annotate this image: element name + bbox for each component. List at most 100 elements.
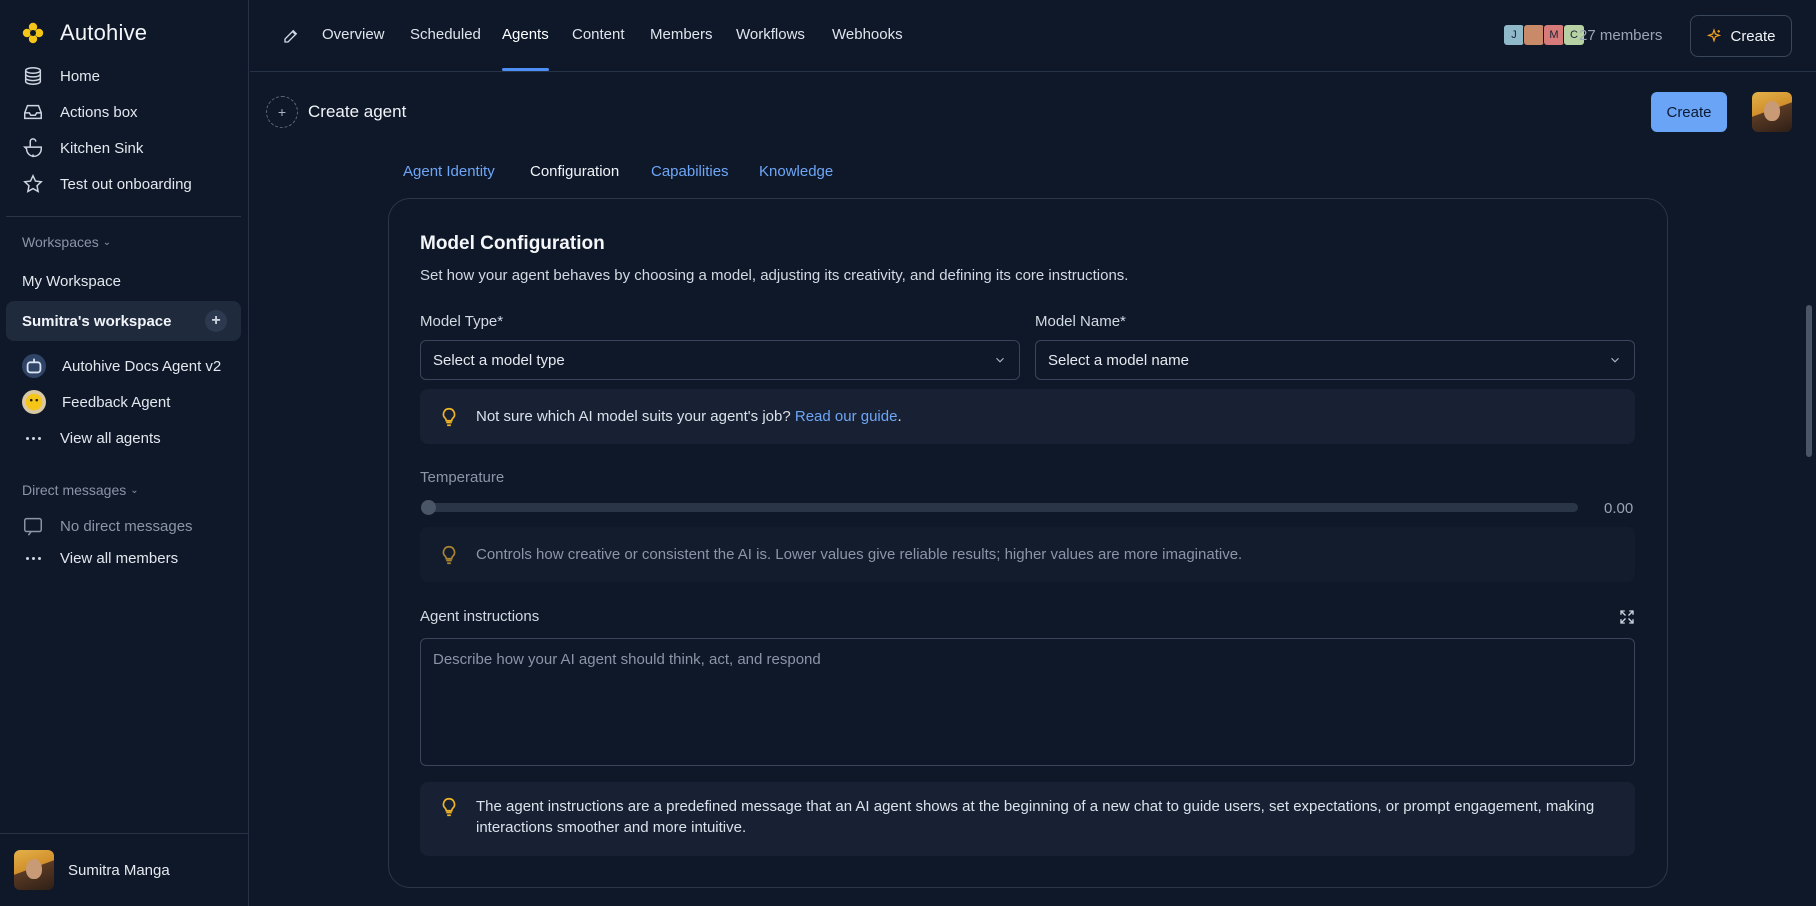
workspaces-section-toggle[interactable]: Workspaces ⌄	[22, 234, 111, 250]
temperature-value: 0.00	[1604, 500, 1634, 517]
workspaces-label: Workspaces	[22, 234, 99, 250]
tab-knowledge[interactable]: Knowledge	[759, 163, 833, 180]
agent-avatar	[22, 354, 46, 378]
chevron-down-icon: ⌄	[130, 484, 139, 496]
create-button[interactable]: Create	[1690, 15, 1792, 57]
tab-overview[interactable]: Overview	[322, 26, 385, 43]
tab-content[interactable]: Content	[572, 26, 625, 43]
model-type-value: Select a model type	[433, 351, 565, 369]
model-name-select[interactable]: Select a model name	[1035, 340, 1635, 380]
create-button-label: Create	[1730, 27, 1776, 45]
card-description: Set how your agent behaves by choosing a…	[420, 267, 1129, 284]
tab-scheduled[interactable]: Scheduled	[410, 26, 481, 43]
model-type-select[interactable]: Select a model type	[420, 340, 1020, 380]
tab-members[interactable]: Members	[650, 26, 713, 43]
sidebar-item-test-onboarding[interactable]: Test out onboarding	[22, 170, 192, 198]
instructions-label: Agent instructions	[420, 608, 540, 625]
tab-webhooks[interactable]: Webhooks	[832, 26, 903, 43]
edit-icon[interactable]	[282, 27, 300, 45]
model-hint-suffix: .	[897, 408, 902, 425]
view-all-agents-label: View all agents	[60, 429, 161, 447]
sidebar-item-agent-docs[interactable]: Autohive Docs Agent v2	[22, 352, 221, 380]
inbox-icon	[24, 104, 42, 120]
tab-agent-identity[interactable]: Agent Identity	[403, 163, 495, 180]
tab-configuration[interactable]: Configuration	[530, 163, 619, 180]
agent-avatar	[22, 390, 46, 414]
temperature-hint: Controls how creative or consistent the …	[420, 527, 1635, 582]
member-count[interactable]: 27 members	[1579, 27, 1662, 44]
member-avatars[interactable]: J M C	[1503, 24, 1585, 46]
direct-messages-label: Direct messages	[22, 482, 127, 498]
sidebar-item-active-workspace[interactable]: Sumitra's workspace +	[6, 301, 241, 341]
more-dots-icon	[22, 556, 44, 560]
lightbulb-icon	[442, 407, 456, 426]
create-agent-button[interactable]: Create	[1651, 92, 1727, 132]
layers-icon	[24, 67, 42, 85]
message-icon	[24, 517, 42, 536]
sidebar-item-label: Test out onboarding	[60, 175, 192, 193]
instructions-textarea[interactable]: Describe how your AI agent should think,…	[420, 638, 1635, 766]
sidebar-item-agent-feedback[interactable]: Feedback Agent	[22, 388, 170, 416]
active-workspace-label: Sumitra's workspace	[22, 312, 172, 330]
tab-agents[interactable]: Agents	[502, 26, 549, 43]
temperature-label: Temperature	[420, 469, 505, 486]
card-title: Model Configuration	[420, 233, 605, 254]
sidebar-divider	[6, 216, 241, 217]
chevron-down-icon	[1611, 357, 1619, 363]
page-header: + Create agent	[266, 96, 406, 128]
lightbulb-icon	[442, 797, 456, 817]
model-type-label: Model Type*	[420, 313, 504, 330]
sidebar-item-actions-box[interactable]: Actions box	[22, 98, 138, 126]
avatar	[1523, 24, 1545, 46]
model-name-value: Select a model name	[1048, 351, 1189, 369]
scrollbar[interactable]	[1806, 305, 1812, 457]
user-name: Sumitra Manga	[68, 861, 170, 879]
model-hint: Not sure which AI model suits your agent…	[420, 389, 1635, 444]
app-name: Autohive	[60, 20, 148, 45]
no-direct-messages-label: No direct messages	[60, 517, 193, 535]
sparkle-icon	[1707, 28, 1722, 43]
model-name-label: Model Name*	[1035, 313, 1126, 330]
temperature-hint-text: Controls how creative or consistent the …	[476, 546, 1243, 563]
sidebar-item-label: Kitchen Sink	[60, 139, 144, 157]
tab-capabilities[interactable]: Capabilities	[651, 163, 729, 180]
sidebar-item-my-workspace[interactable]: My Workspace	[22, 273, 121, 290]
instructions-hint: The agent instructions are a predefined …	[420, 782, 1635, 856]
agent-label: Autohive Docs Agent v2	[62, 357, 222, 375]
chevron-down-icon	[996, 357, 1004, 363]
sidebar-item-kitchen-sink[interactable]: Kitchen Sink	[22, 134, 143, 162]
direct-messages-section-toggle[interactable]: Direct messages ⌄	[22, 482, 139, 498]
sidebar-item-label: Home	[60, 67, 101, 85]
page-title: Create agent	[308, 102, 407, 121]
agent-label: Feedback Agent	[62, 393, 171, 411]
instructions-hint-text: The agent instructions are a predefined …	[476, 798, 1595, 836]
plus-icon: +	[211, 312, 221, 329]
read-guide-link[interactable]: Read our guide	[795, 408, 898, 425]
lightbulb-icon	[442, 545, 456, 564]
chevron-down-icon: ⌄	[102, 236, 112, 248]
temperature-slider-handle[interactable]	[421, 500, 436, 515]
emoji-face-icon	[25, 393, 43, 411]
avatar	[14, 850, 54, 890]
avatar[interactable]	[1752, 92, 1792, 132]
instructions-placeholder: Describe how your AI agent should think,…	[433, 651, 821, 668]
more-dots-icon	[22, 436, 44, 440]
autohive-logo-icon	[22, 22, 44, 44]
add-avatar-button[interactable]: +	[266, 96, 298, 128]
temperature-slider-track[interactable]	[422, 503, 1578, 512]
avatar: J	[1503, 24, 1525, 46]
brand[interactable]: Autohive	[22, 20, 147, 46]
sidebar-item-view-all-members[interactable]: View all members	[22, 544, 178, 572]
star-icon	[23, 174, 43, 193]
sidebar-item-label: Actions box	[60, 103, 138, 121]
view-all-members-label: View all members	[60, 549, 179, 567]
user-profile[interactable]: Sumitra Manga	[0, 833, 249, 906]
add-workspace-item-button[interactable]: +	[205, 310, 227, 332]
sidebar-item-view-all-agents[interactable]: View all agents	[22, 424, 161, 452]
active-tab-indicator	[502, 68, 549, 71]
plus-icon: +	[277, 104, 287, 120]
expand-icon[interactable]	[1618, 608, 1636, 626]
sidebar: Autohive Home Actions box Kitchen Sink T…	[0, 0, 249, 906]
sidebar-item-home[interactable]: Home	[22, 62, 100, 90]
tab-workflows[interactable]: Workflows	[736, 26, 805, 43]
